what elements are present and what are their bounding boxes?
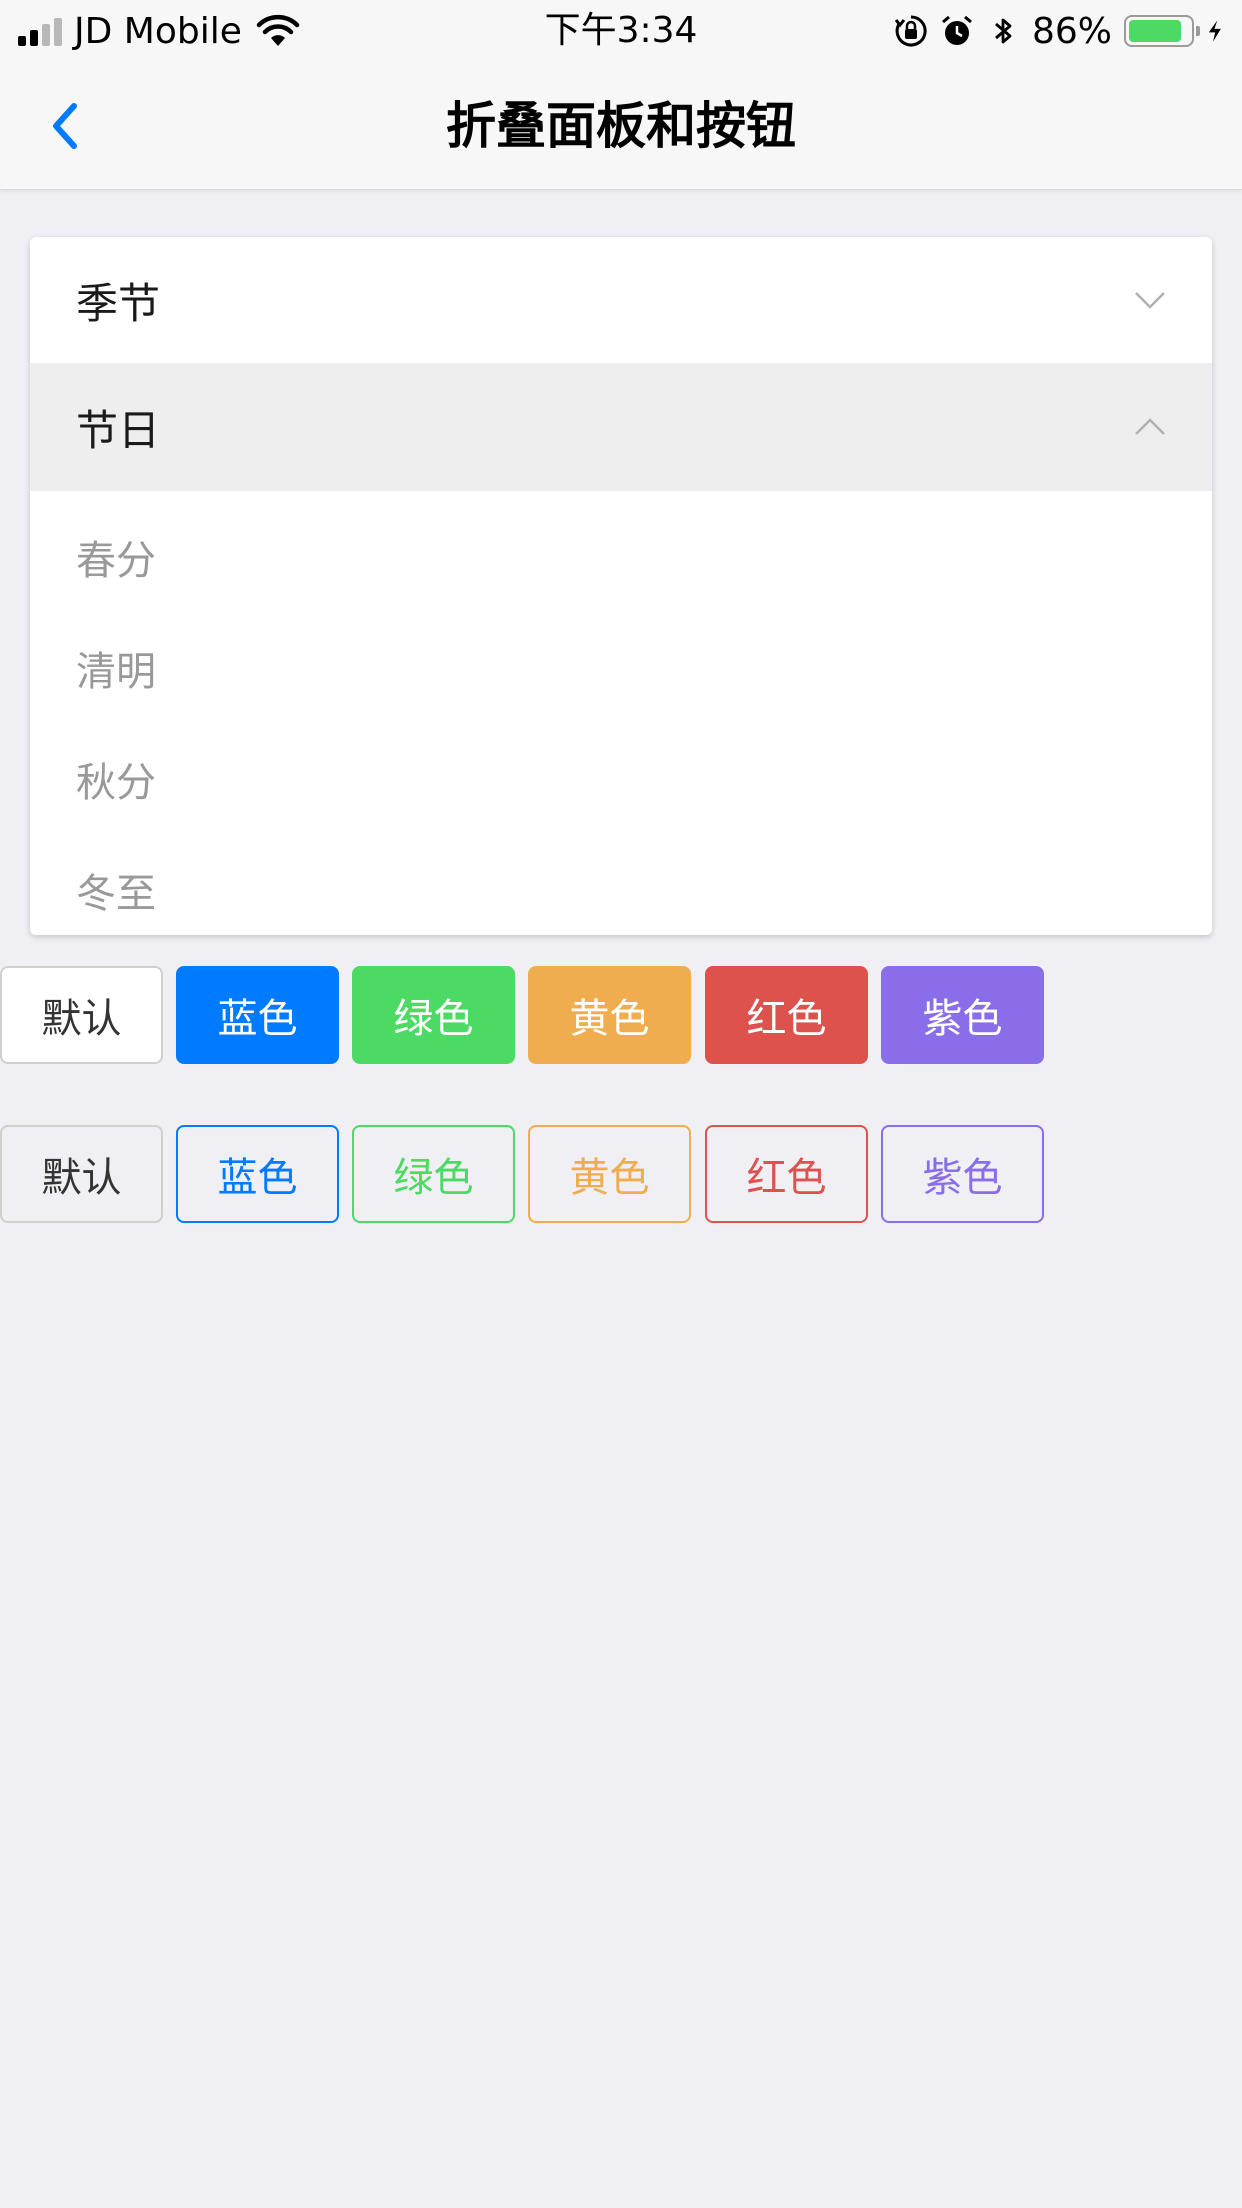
- red-button[interactable]: 红色: [705, 966, 868, 1064]
- purple-outline-button[interactable]: 紫色: [881, 1125, 1044, 1223]
- collapse-header-label: 节日: [76, 405, 161, 455]
- filled-button-row: 默认 蓝色 绿色 黄色 红色 紫色: [0, 966, 1242, 1064]
- default-outline-button[interactable]: 默认: [0, 1125, 163, 1223]
- status-bar: JD Mobile 下午3:34 86%: [0, 0, 1242, 62]
- list-item[interactable]: 冬至: [30, 834, 1212, 935]
- orientation-lock-icon: [894, 15, 927, 47]
- battery-icon: [1124, 15, 1200, 47]
- green-outline-button[interactable]: 绿色: [352, 1125, 515, 1223]
- chevron-up-icon: [1135, 418, 1165, 435]
- purple-button[interactable]: 紫色: [881, 966, 1044, 1064]
- collapse-panel: 季节 节日 春分 清明 秋分 冬至: [30, 237, 1212, 935]
- status-right-group: 86%: [894, 8, 1230, 54]
- chevron-down-icon: [1135, 292, 1165, 309]
- alarm-icon: [942, 15, 972, 45]
- default-button[interactable]: 默认: [0, 966, 163, 1064]
- collapse-header-label: 季节: [76, 278, 161, 328]
- red-outline-button[interactable]: 红色: [705, 1125, 868, 1223]
- bluetooth-icon: [995, 18, 1012, 44]
- yellow-button[interactable]: 黄色: [528, 966, 691, 1064]
- blue-outline-button[interactable]: 蓝色: [176, 1125, 339, 1223]
- collapse-body: 春分 清明 秋分 冬至: [30, 491, 1212, 935]
- blue-button[interactable]: 蓝色: [176, 966, 339, 1064]
- green-button[interactable]: 绿色: [352, 966, 515, 1064]
- list-item[interactable]: 清明: [30, 612, 1212, 723]
- page-title: 折叠面板和按钮: [446, 97, 796, 155]
- yellow-outline-button[interactable]: 黄色: [528, 1125, 691, 1223]
- list-item[interactable]: 秋分: [30, 723, 1212, 834]
- battery-percent: 86%: [1031, 10, 1112, 52]
- collapse-header-festival[interactable]: 节日: [30, 363, 1212, 491]
- outline-button-row: 默认 蓝色 绿色 黄色 红色 紫色: [0, 1125, 1242, 1223]
- collapse-header-season[interactable]: 季节: [30, 237, 1212, 363]
- nav-bar: 折叠面板和按钮: [0, 62, 1242, 190]
- charging-icon: [1208, 20, 1221, 42]
- list-item[interactable]: 春分: [30, 501, 1212, 612]
